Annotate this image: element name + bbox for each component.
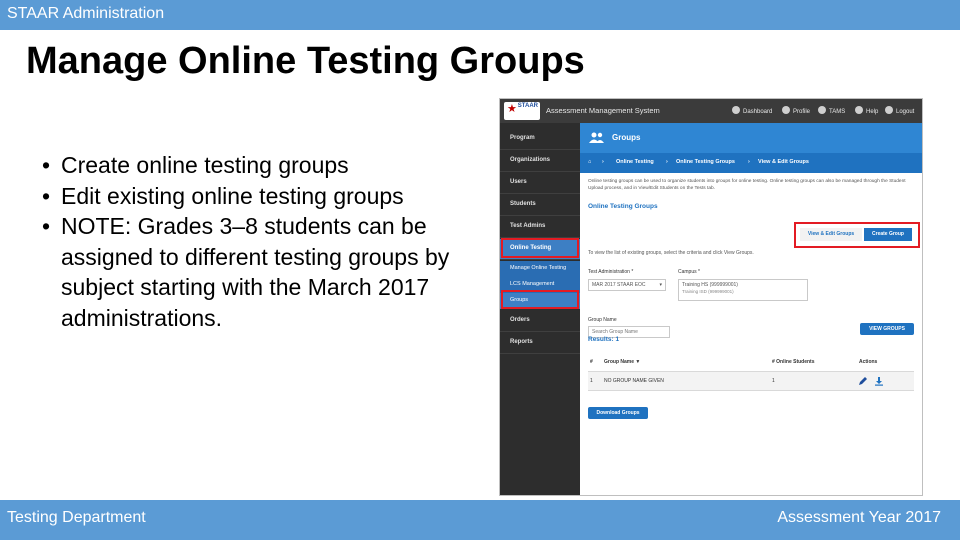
section-title: Online Testing Groups [588,203,658,210]
campus-district: Training ISD (999999001) [682,289,734,294]
staar-logo: ★ STAAR [504,102,540,120]
breadcrumb-view-edit-groups: View & Edit Groups [758,159,809,165]
help-icon [855,106,863,114]
row-group-name: NO GROUP NAME GIVEN [604,378,664,384]
app-title: Assessment Management System [546,106,660,115]
app-header: ★ STAAR Assessment Management System Das… [500,99,922,123]
row-index: 1 [590,378,593,384]
bullet-item: Create online testing groups [42,150,452,181]
logout-icon [885,106,893,114]
sidebar-item-organizations[interactable]: Organizations [500,151,580,172]
header-profile-link[interactable]: Profile [782,106,810,115]
users-icon [589,132,604,143]
results-count: Results: 1 [588,336,620,343]
highlight-online-testing [501,238,579,258]
app-content: Groups ⌂ › Online Testing › Online Testi… [580,123,922,495]
page-header: Groups [580,123,922,153]
column-header-students: # Online Students [772,359,815,365]
user-icon [782,106,790,114]
star-icon: ★ [507,103,517,115]
sidebar-item-students[interactable]: Students [500,195,580,216]
dashboard-icon [732,106,740,114]
breadcrumb-online-testing[interactable]: Online Testing [616,159,654,165]
header-tams-link[interactable]: TAMS [818,106,845,115]
ams-screenshot: ★ STAAR Assessment Management System Das… [499,98,923,496]
home-icon[interactable]: ⌂ [588,159,591,165]
header-logout-link[interactable]: Logout [885,106,914,115]
chevron-down-icon: ▾ [659,282,662,288]
header-dashboard-link[interactable]: Dashboard [732,106,772,115]
highlight-group-tabs [794,222,920,248]
column-header-index: # [590,359,593,365]
column-header-actions: Actions [859,359,878,365]
sort-down-icon: ▼ [635,359,641,365]
bullet-list: Create online testing groups Edit existi… [42,150,452,333]
slide-footer-bar: Testing Department Assessment Year 2017 [0,500,960,540]
test-admin-label: Test Administration * [588,269,634,275]
sidebar-item-reports[interactable]: Reports [500,333,580,354]
footer-assessment-year: Assessment Year 2017 [777,509,941,526]
sidebar-item-orders[interactable]: Orders [500,311,580,332]
page-title: Groups [612,133,641,142]
download-groups-button[interactable]: Download Groups [588,407,648,419]
bullet-item: NOTE: Grades 3–8 students can be assigne… [42,211,452,333]
footer-department: Testing Department [7,509,146,526]
column-header-group-name[interactable]: Group Name ▼ [604,359,640,365]
table-row: 1 NO GROUP NAME GIVEN 1 [588,371,914,391]
chevron-right-icon: › [748,159,750,165]
group-name-label: Group Name [588,317,617,323]
edit-pencil-icon[interactable] [858,376,868,386]
campus-select[interactable]: Training HS (999999001) Training ISD (99… [678,279,808,301]
bullet-item: Edit existing online testing groups [42,181,452,212]
test-admin-select[interactable]: MAR 2017 STAAR EOC ▾ [588,279,666,291]
header-help-link[interactable]: Help [855,106,878,115]
slide-title: Manage Online Testing Groups [26,40,585,82]
slide-header-bar: STAAR Administration [0,0,960,30]
logo-text: STAAR [517,103,538,109]
view-groups-button[interactable]: VIEW GROUPS [860,323,914,335]
breadcrumb: ⌂ › Online Testing › Online Testing Grou… [580,153,922,173]
slide-header-title: STAAR Administration [7,5,165,22]
highlight-groups [501,290,579,309]
breadcrumb-online-testing-groups[interactable]: Online Testing Groups [676,159,735,165]
download-icon[interactable] [874,376,884,386]
sidebar-item-program[interactable]: Program [500,129,580,150]
chevron-right-icon: › [666,159,668,165]
intro-text: Online testing groups can be used to org… [588,179,906,191]
row-student-count: 1 [772,378,775,384]
campus-label: Campus * [678,269,700,275]
hint-text: To view the list of existing groups, sel… [588,250,754,256]
signpost-icon [818,106,826,114]
app-sidebar: Program Organizations Users Students Tes… [500,123,580,495]
sidebar-item-users[interactable]: Users [500,173,580,194]
sidebar-item-test-admins[interactable]: Test Admins [500,217,580,238]
sidebar-subitem-manage-online-testing[interactable]: Manage Online Testing [500,261,580,277]
chevron-right-icon: › [602,159,604,165]
